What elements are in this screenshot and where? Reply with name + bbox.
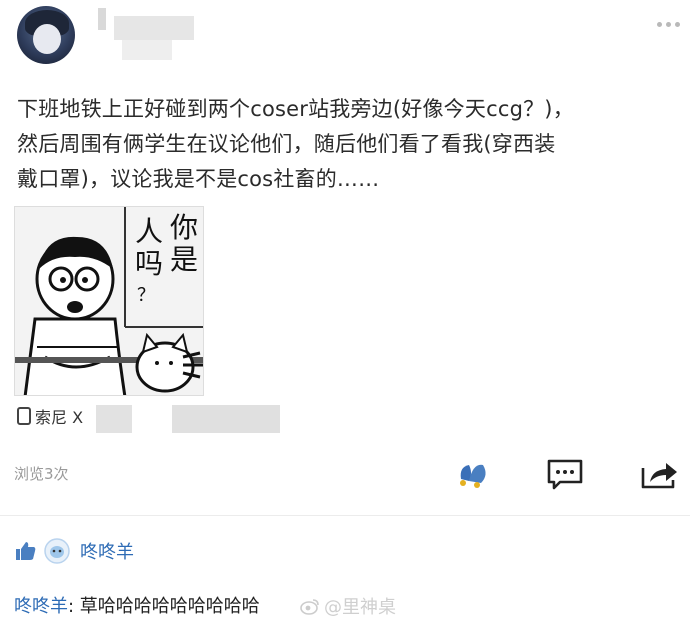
comment-separator: : (68, 596, 80, 617)
liker-avatar-icon[interactable] (44, 538, 70, 564)
device-label: 索尼 X (35, 408, 84, 427)
device-source: 索尼 X (17, 405, 83, 427)
weibo-watermark: @里神桌 (300, 593, 396, 619)
device-blurred-2 (172, 405, 280, 433)
share-icon[interactable] (640, 458, 680, 490)
comic-bubble-char-4: 吗 (135, 247, 164, 280)
section-divider (0, 515, 690, 516)
username-blurred-3 (122, 40, 172, 60)
comic-bubble-char-2: 是 (170, 243, 199, 276)
username-blurred-2 (114, 16, 194, 40)
post-body-text: 下班地铁上正好碰到两个coser站我旁边(好像今天ccg？)， 然后周围有俩学生… (17, 97, 574, 191)
view-count: 浏览3次 (14, 465, 69, 483)
comment-icon[interactable] (546, 458, 584, 490)
like-icon[interactable] (455, 459, 491, 489)
phone-icon (17, 407, 31, 425)
comic-question-mark: ？ (137, 285, 155, 306)
comment-text: 草哈哈哈哈哈哈哈哈哈 (79, 596, 260, 617)
user-avatar[interactable] (17, 6, 75, 64)
more-options-icon[interactable] (657, 22, 681, 30)
comment-author[interactable]: 咚咚羊 (14, 596, 68, 617)
device-blurred (96, 405, 132, 433)
comment-item: 咚咚羊: 草哈哈哈哈哈哈哈哈哈 (14, 592, 260, 618)
username-blurred[interactable] (98, 8, 106, 30)
liker-name[interactable]: 咚咚羊 (80, 538, 134, 564)
comic-bubble-char-1: 你 (170, 211, 199, 244)
post-image-comic[interactable]: 你 是 人 吗 ？ (14, 206, 204, 396)
watermark-text: @里神桌 (324, 597, 396, 618)
comic-bubble-char-3: 人 (135, 215, 164, 248)
thumbs-up-icon (16, 542, 36, 560)
likes-row[interactable]: 咚咚羊 (14, 538, 134, 564)
weibo-logo-icon (300, 599, 319, 615)
